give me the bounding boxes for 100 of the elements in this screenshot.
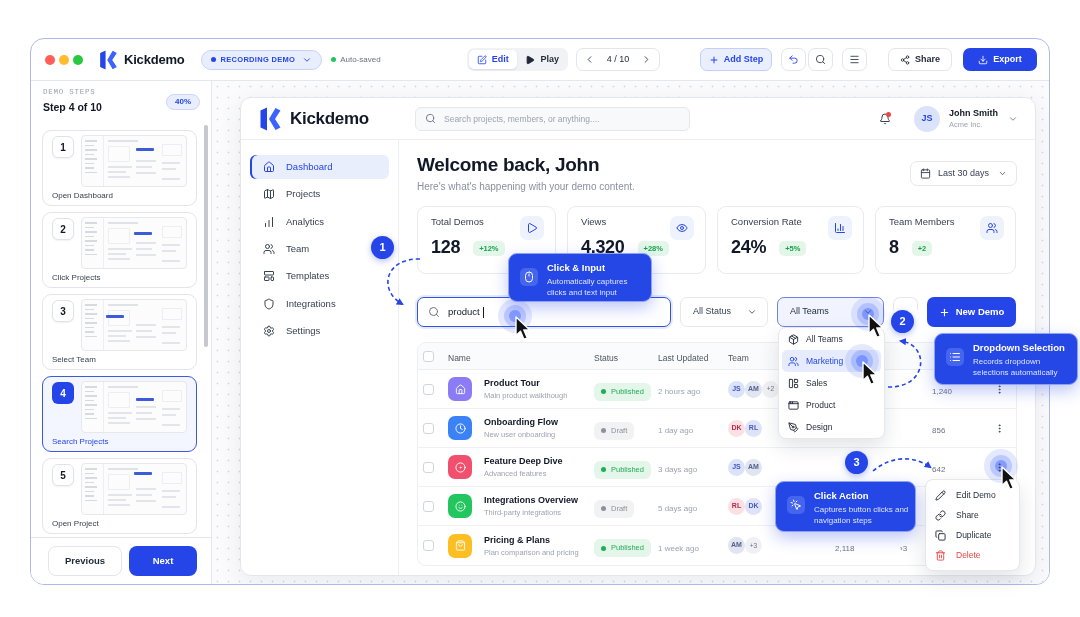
window-minimize-icon[interactable] [59,54,69,65]
avatar: JS [914,105,940,132]
column-header: Last Updated [658,353,709,363]
menu-item[interactable]: Marketing [782,350,881,372]
checkbox[interactable] [423,383,434,395]
mode-tab[interactable]: Edit [469,50,517,69]
brand-name: Kickdemo [290,107,369,130]
menu-item[interactable]: Product [782,394,881,416]
previous-button[interactable]: Previous [48,546,122,576]
bell-icon[interactable] [878,112,891,125]
nav-item[interactable]: Team [250,236,318,262]
next-button[interactable]: Next [129,546,197,576]
user-name: John Smith [949,107,999,119]
checkbox[interactable] [423,540,434,551]
table-cell: 2,118 [835,543,855,553]
chevron-down-icon [863,307,873,317]
menu-item[interactable]: Delete [934,545,1011,565]
checkbox[interactable] [423,461,434,473]
stat-value: 4,320 [581,236,625,258]
demo-title: Product Tour [484,378,541,389]
search-icon [428,306,440,318]
window-maximize-icon[interactable] [73,54,83,65]
nav-item[interactable]: Projects [250,182,329,207]
tooltip-title: Click & Input [547,262,607,274]
table-cell: 856 [932,426,946,435]
chevron-down-icon [747,307,757,317]
menu-item[interactable]: Duplicate [934,525,1011,545]
step-card[interactable]: 1 Open Dashboard [42,130,197,206]
settings-icon [263,324,275,337]
template-icon [263,270,275,283]
checkbox[interactable] [423,422,434,434]
updated-time: 1 week ago [658,543,699,553]
new-demo-button[interactable]: New Demo [927,297,1016,327]
menu-item[interactable]: Sales [782,372,881,394]
team-filter[interactable]: All Teams [777,297,884,327]
step-card[interactable]: 2 Click Projects [42,212,197,288]
nav-item[interactable]: Dashboard [250,155,389,180]
step-card[interactable]: 5 Open Project [42,458,197,534]
text-cursor-icon [482,306,484,318]
nav-item[interactable]: Integrations [250,291,344,316]
brand-name: Kickdemo [124,50,185,69]
tooltip-title: Dropdown Selection [973,342,1066,354]
undo-button[interactable] [781,48,806,71]
checkbox[interactable] [423,500,434,512]
save-status: Auto-saved [340,53,381,66]
step-label: Select Team [52,355,97,365]
add-step-button[interactable]: Add Step [700,48,772,71]
tooltip-title: Click Action [814,490,870,502]
menu-button[interactable] [842,48,867,71]
demo-title: Onboarding Flow [484,417,558,428]
menu-item[interactable]: Share [934,505,1011,525]
plus-icon [938,306,950,318]
search-icon [815,54,826,65]
calendar-icon [920,168,931,179]
mode-tab[interactable]: Play [518,50,566,69]
column-header: Name [448,353,471,363]
menu-icon [849,54,860,65]
plus-icon [708,54,719,65]
table-cell: 642 [932,465,946,474]
share-button[interactable]: Share [888,48,952,71]
menu-item[interactable]: All Teams [782,328,881,350]
updated-time: 1 day ago [658,426,694,435]
date-range-dropdown[interactable]: Last 30 days [910,161,1017,186]
status-filter[interactable]: All Status [680,297,768,327]
nav-item[interactable]: Settings [250,318,329,344]
stat-value: 128 [431,236,461,258]
export-button[interactable]: Export [963,48,1037,71]
copy-icon [935,529,946,541]
stat-value: 8 [889,236,899,258]
edit-icon [476,54,487,65]
tooltip-text: Captures button clicks and navigation steps [814,504,910,526]
download-icon [978,54,989,65]
pen-tool-icon [788,421,799,433]
step-label: Click Projects [52,273,102,283]
stat-label: Conversion Rate [731,216,803,228]
step-card[interactable]: 4 Search Projects [42,376,197,452]
step-label: Open Dashboard [52,191,114,201]
search-button[interactable] [808,48,833,71]
layout-icon [788,377,799,389]
step-progress: Step 4 of 10 [43,101,102,114]
menu-item[interactable]: Edit Demo [934,485,1011,505]
step-number: 1 [52,136,74,158]
nav-item[interactable]: Templates [250,264,338,289]
click-cursor-icon [498,299,532,342]
logo-icon [100,49,117,70]
search-field[interactable]: Search projects, members, or anything.... [415,106,690,131]
share-icon [900,54,910,65]
nav-item[interactable]: Analytics [250,209,332,234]
checkbox[interactable] [423,350,434,362]
stat-value: 24% [731,236,767,258]
play-icon [525,54,536,65]
window-close-icon[interactable] [45,54,55,65]
table-cell: 1,240 [932,387,953,396]
logo-icon [260,106,281,131]
tooltip-text: Records dropdown selections automatically [973,356,1059,378]
step-card[interactable]: 3 Select Team [42,294,197,370]
menu-item[interactable]: Design [782,416,881,438]
pencil-icon [935,489,946,501]
step-label: Open Project [52,519,100,529]
list-icon [946,348,964,366]
